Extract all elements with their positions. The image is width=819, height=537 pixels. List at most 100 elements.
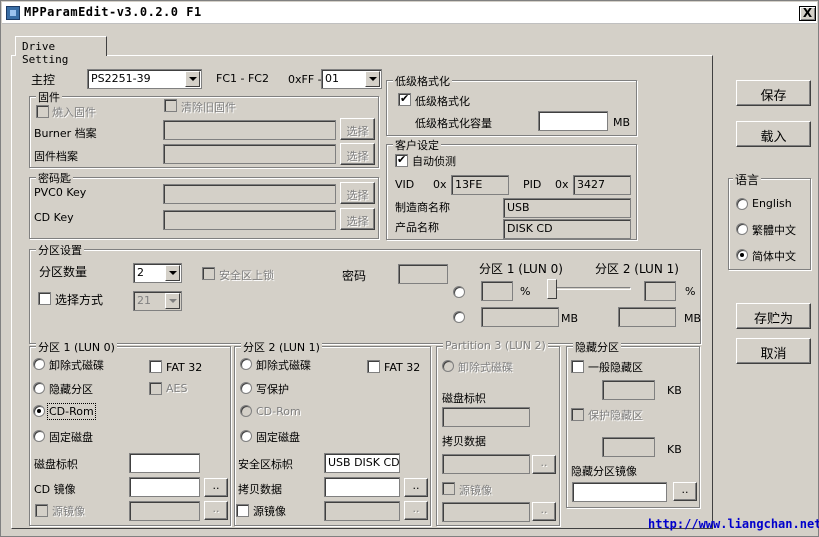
cd-key-field[interactable] <box>163 210 336 230</box>
firmware-file-field[interactable] <box>163 144 336 164</box>
ratio-mb-radio[interactable] <box>453 311 465 323</box>
lun1-source-image-checkbox[interactable] <box>236 504 249 517</box>
lang-english-radio[interactable] <box>736 198 748 210</box>
lun1-group-title: 分区 2 (LUN 1) <box>241 339 322 355</box>
lun2-copy-field[interactable] <box>442 454 530 474</box>
chevron-down-icon[interactable] <box>365 71 380 87</box>
save-button[interactable]: 保存 <box>736 80 811 106</box>
lun1-mb-field[interactable] <box>618 307 676 327</box>
vendor-field[interactable]: USB <box>503 198 631 218</box>
cancel-button[interactable]: 取消 <box>736 338 811 364</box>
lun2-volume-field[interactable] <box>442 407 530 427</box>
ratio-slider-track[interactable] <box>551 287 631 290</box>
hidden-protect-size-field[interactable] <box>602 437 655 457</box>
language-group-title: 语言 <box>733 171 762 188</box>
fc-label: FC1 - FC2 <box>216 72 269 85</box>
lun1-source-image-field[interactable] <box>324 501 400 521</box>
lun0-percent-unit: % <box>520 285 531 298</box>
pvc0-browse-button[interactable]: 选择 <box>340 182 375 204</box>
lun1-cdrom-radio[interactable] <box>240 405 252 417</box>
chevron-down-icon[interactable] <box>165 265 180 281</box>
chevron-down-icon[interactable] <box>165 293 180 309</box>
lun0-source-browse-button[interactable]: .. <box>204 501 228 520</box>
secure-lock-checkbox[interactable] <box>202 267 215 280</box>
lun0-aes-checkbox[interactable] <box>149 382 162 395</box>
save-as-button[interactable]: 存贮为 <box>736 303 811 329</box>
lowformat-capacity-field[interactable] <box>538 111 608 131</box>
tab-drive-setting[interactable]: Drive Setting <box>15 36 107 66</box>
auto-detect-checkbox[interactable] <box>395 153 408 167</box>
burn-firmware-checkbox[interactable] <box>36 105 49 118</box>
lun0-ratio-label: 分区 1 (LUN 0) <box>479 262 563 276</box>
lun1-copy-browse-button[interactable]: .. <box>404 478 428 497</box>
lun0-cdrom-radio[interactable] <box>33 405 45 417</box>
controller-select[interactable]: PS2251-39 <box>87 69 202 89</box>
lun1-copy-field[interactable] <box>324 477 400 497</box>
ratio-percent-radio[interactable] <box>453 286 465 298</box>
firmware-browse-button[interactable]: 选择 <box>340 143 375 165</box>
lun1-source-browse-button[interactable]: .. <box>404 501 428 520</box>
lun0-mb-field[interactable] <box>481 307 559 327</box>
vid-field[interactable]: 13FE <box>451 175 509 195</box>
lun1-fat32-checkbox[interactable] <box>367 360 380 373</box>
burner-browse-button[interactable]: 选择 <box>340 118 375 140</box>
lun1-removable-radio[interactable] <box>240 358 252 370</box>
hidden-image-browse-button[interactable]: .. <box>673 482 697 501</box>
mode-select[interactable]: 21 <box>133 291 182 311</box>
lun2-copy-browse-button[interactable]: .. <box>532 455 556 474</box>
load-button[interactable]: 载入 <box>736 121 811 147</box>
lun2-source-image-field[interactable] <box>442 502 530 522</box>
window-title: MPParamEdit-v3.0.2.0 F1 <box>24 5 202 19</box>
chevron-down-icon[interactable] <box>185 71 200 87</box>
lun0-fat32-checkbox[interactable] <box>149 360 162 373</box>
lun0-cd-image-field[interactable] <box>129 477 200 497</box>
lun0-hidden-radio[interactable] <box>33 382 45 394</box>
lun1-write-protect-radio[interactable] <box>240 382 252 394</box>
key-group-title: 密码匙 <box>36 170 73 186</box>
product-field[interactable]: DISK CD <box>503 219 631 239</box>
hidden-protect-checkbox[interactable] <box>571 408 584 421</box>
lun0-source-image-field[interactable] <box>129 501 200 521</box>
lowformat-checkbox[interactable] <box>398 92 411 106</box>
partition-count-select[interactable]: 2 <box>133 263 182 283</box>
lang-english-label: English <box>752 197 792 210</box>
hidden-image-field[interactable] <box>572 482 667 502</box>
partition-count-label: 分区数量 <box>39 265 88 279</box>
lun0-fixed-label: 固定磁盘 <box>49 431 93 444</box>
lun1-fixed-radio[interactable] <box>240 430 252 442</box>
lun0-source-image-label: 源镜像 <box>52 505 85 518</box>
lun1-percent-field[interactable] <box>644 281 676 301</box>
hidden-normal-size-field[interactable] <box>602 380 655 400</box>
password-field[interactable] <box>398 264 448 284</box>
mode-checkbox[interactable] <box>38 292 51 305</box>
lowformat-group-title: 低级格式化 <box>393 73 452 89</box>
lun2-source-image-checkbox[interactable] <box>442 482 455 495</box>
lang-simp-radio[interactable] <box>736 249 748 261</box>
pid-field[interactable]: 3427 <box>573 175 631 195</box>
lun0-volume-field[interactable] <box>129 453 200 473</box>
pvc0-key-field[interactable] <box>163 184 336 204</box>
cd-key-browse-button[interactable]: 选择 <box>340 208 375 230</box>
ratio-slider-thumb[interactable] <box>547 279 557 299</box>
lun0-cd-image-browse-button[interactable]: .. <box>204 478 228 497</box>
lun0-percent-field[interactable] <box>481 281 513 301</box>
hidden-normal-unit: KB <box>667 384 682 397</box>
hidden-protect-label: 保护隐藏区 <box>588 409 643 422</box>
lun0-fixed-radio[interactable] <box>33 430 45 442</box>
clear-firmware-checkbox[interactable] <box>164 99 177 112</box>
close-button[interactable]: X <box>799 6 816 21</box>
lun1-secure-field[interactable]: USB DISK CD <box>324 453 400 473</box>
burner-file-label: Burner 档案 <box>34 127 97 140</box>
lun0-source-image-checkbox[interactable] <box>35 504 48 517</box>
oxff-select[interactable]: 01 <box>321 69 382 89</box>
lun0-removable-label: 卸除式磁碟 <box>49 359 104 372</box>
lang-trad-radio[interactable] <box>736 223 748 235</box>
pid-label: PID <box>523 178 542 191</box>
lun2-removable-radio[interactable] <box>442 360 454 372</box>
lun2-source-browse-button[interactable]: .. <box>532 502 556 521</box>
hidden-normal-checkbox[interactable] <box>571 360 584 373</box>
lun0-removable-radio[interactable] <box>33 358 45 370</box>
footer-link[interactable]: http://www.liangchan.net <box>648 517 819 531</box>
lun1-source-image-label: 源镜像 <box>253 505 286 518</box>
burner-file-field[interactable] <box>163 120 336 140</box>
